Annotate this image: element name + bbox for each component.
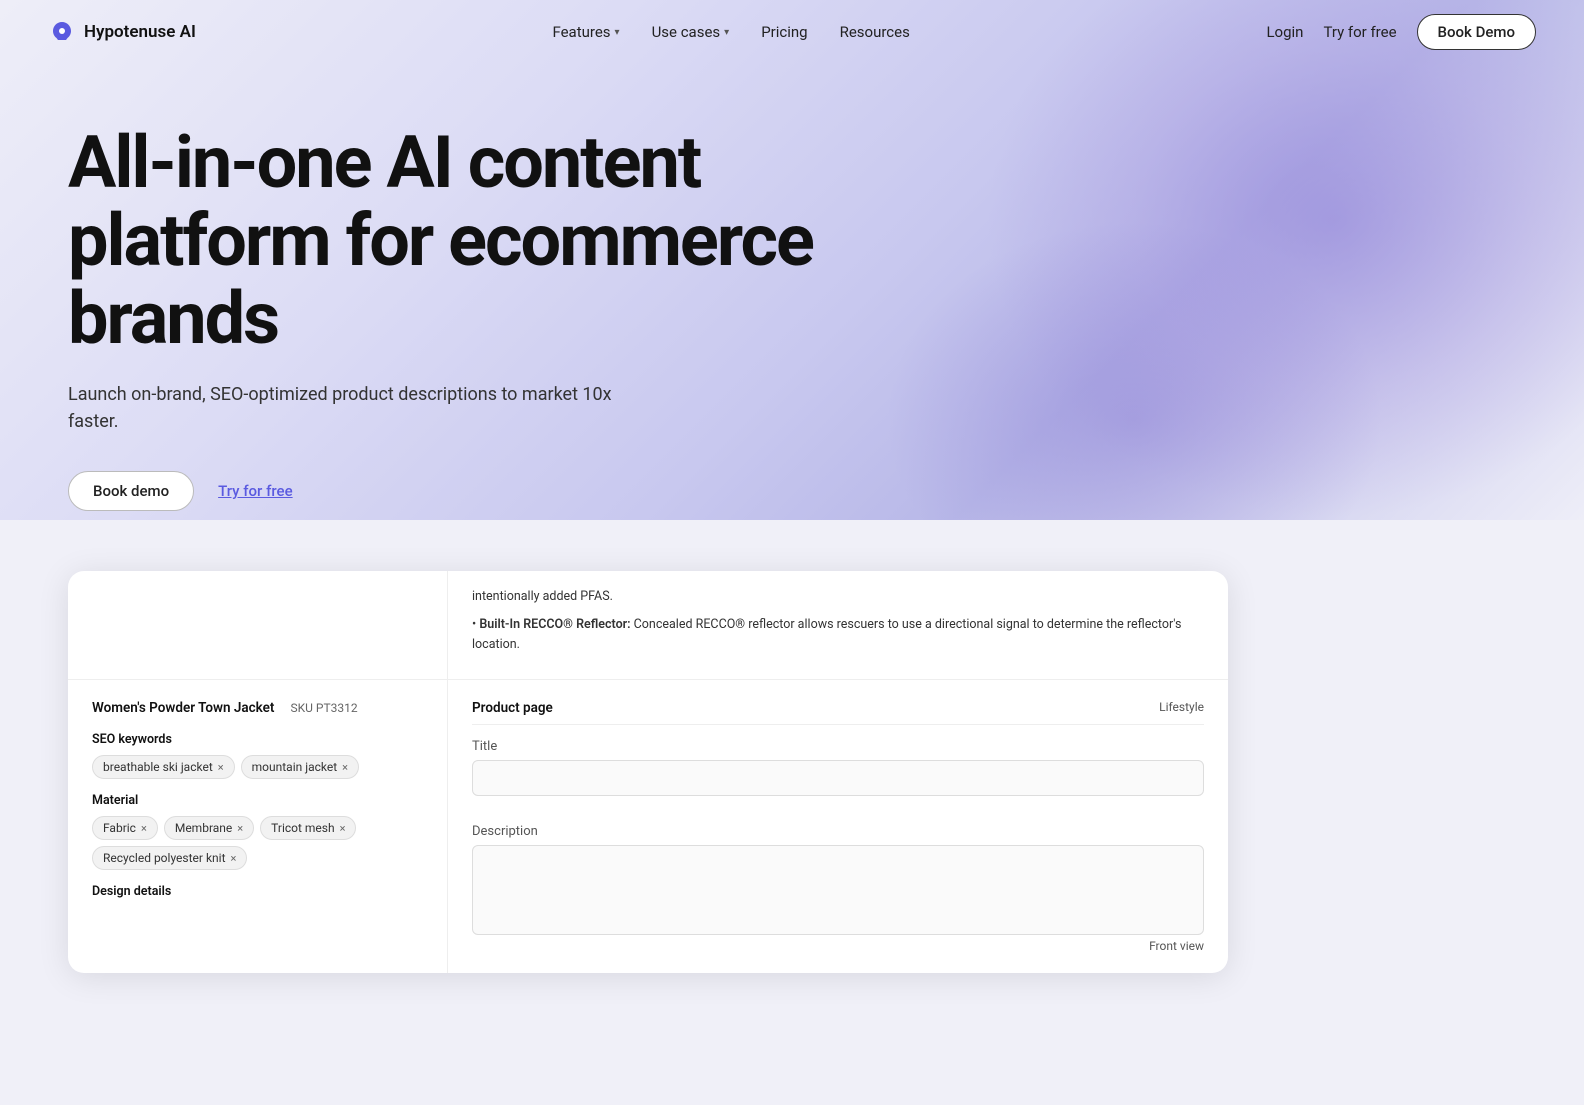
front-view-badge: Front view [1149,939,1204,953]
nav-use-cases[interactable]: Use cases ▾ [652,23,730,41]
lifestyle-badge: Lifestyle [1159,700,1204,714]
remove-tricot-mesh[interactable]: × [340,822,346,835]
nav-features[interactable]: Features ▾ [552,23,619,41]
demo-top-panel: intentionally added PFAS. • Built-In REC… [68,571,1228,680]
nav-links: Features ▾ Use cases ▾ Pricing Resources [552,23,909,41]
hero-book-demo-button[interactable]: Book demo [68,471,194,511]
nav-book-demo-button[interactable]: Book Demo [1417,14,1536,50]
demo-form-right: Product page Lifestyle Title Description… [448,680,1228,973]
remove-membrane[interactable]: × [237,822,243,835]
remove-fabric[interactable]: × [141,822,147,835]
nav-try-free-link[interactable]: Try for free [1323,23,1396,41]
navbar: Hypotenuse AI Features ▾ Use cases ▾ Pri… [0,0,1584,64]
title-input[interactable] [472,760,1204,796]
nav-actions: Login Try for free Book Demo [1266,14,1536,50]
tag-tricot-mesh: Tricot mesh × [260,816,356,840]
hero-subtitle: Launch on-brand, SEO-optimized product d… [68,381,648,435]
page-type-label: Product page [472,700,1204,725]
demo-top-left [68,571,448,679]
hero-try-free-button[interactable]: Try for free [218,482,293,500]
features-chevron-icon: ▾ [615,27,620,38]
description-field-label: Description [472,824,1204,839]
tag-mountain-jacket: mountain jacket × [241,755,359,779]
demo-bottom-panel: Women's Powder Town Jacket SKU PT3312 SE… [68,680,1228,973]
description-field-section: Description [472,824,1204,939]
hero-title: All-in-one AI content platform for ecomm… [68,124,848,357]
pfas-text: intentionally added PFAS. [472,587,1204,607]
remove-mountain-jacket[interactable]: × [342,761,348,774]
demo-top-right: intentionally added PFAS. • Built-In REC… [448,571,1228,679]
demo-form-left: Women's Powder Town Jacket SKU PT3312 SE… [68,680,448,973]
title-field-section: Title [472,739,1204,810]
logo-icon [48,18,76,46]
material-label: Material [92,793,423,808]
brand-logo[interactable]: Hypotenuse AI [48,18,196,46]
tag-membrane: Membrane × [164,816,254,840]
use-cases-chevron-icon: ▾ [724,27,729,38]
product-name-row: Women's Powder Town Jacket SKU PT3312 [92,700,423,716]
seo-keywords-section: SEO keywords breathable ski jacket × mou… [92,732,423,779]
description-textarea[interactable] [472,845,1204,935]
remove-breathable-ski-jacket[interactable]: × [218,761,224,774]
seo-keywords-label: SEO keywords [92,732,423,747]
demo-card: intentionally added PFAS. • Built-In REC… [68,571,1228,973]
product-description-text: intentionally added PFAS. • Built-In REC… [472,587,1204,655]
hero-section: All-in-one AI content platform for ecomm… [0,64,1584,551]
remove-recycled-polyester[interactable]: × [231,852,237,865]
tag-breathable-ski-jacket: breathable ski jacket × [92,755,235,779]
tag-fabric: Fabric × [92,816,158,840]
product-name: Women's Powder Town Jacket [92,700,274,716]
product-sku: SKU PT3312 [290,701,357,715]
hero-actions: Book demo Try for free [68,471,1516,511]
nav-resources[interactable]: Resources [840,23,910,41]
design-details-label: Design details [92,884,423,899]
login-link[interactable]: Login [1266,23,1303,41]
title-field-label: Title [472,739,1204,754]
brand-name: Hypotenuse AI [84,22,196,42]
material-tags-row2: Recycled polyester knit × [92,846,423,870]
seo-keywords-tags: breathable ski jacket × mountain jacket … [92,755,423,779]
material-section: Material Fabric × Membrane × Tricot mesh [92,793,423,870]
tag-recycled-polyester: Recycled polyester knit × [92,846,247,870]
design-details-section: Design details [92,884,423,899]
demo-section: intentionally added PFAS. • Built-In REC… [0,571,1584,973]
material-tags: Fabric × Membrane × Tricot mesh × [92,816,423,840]
nav-pricing[interactable]: Pricing [761,23,807,41]
recco-bullet: • Built-In RECCO® Reflector: Concealed R… [472,615,1204,655]
